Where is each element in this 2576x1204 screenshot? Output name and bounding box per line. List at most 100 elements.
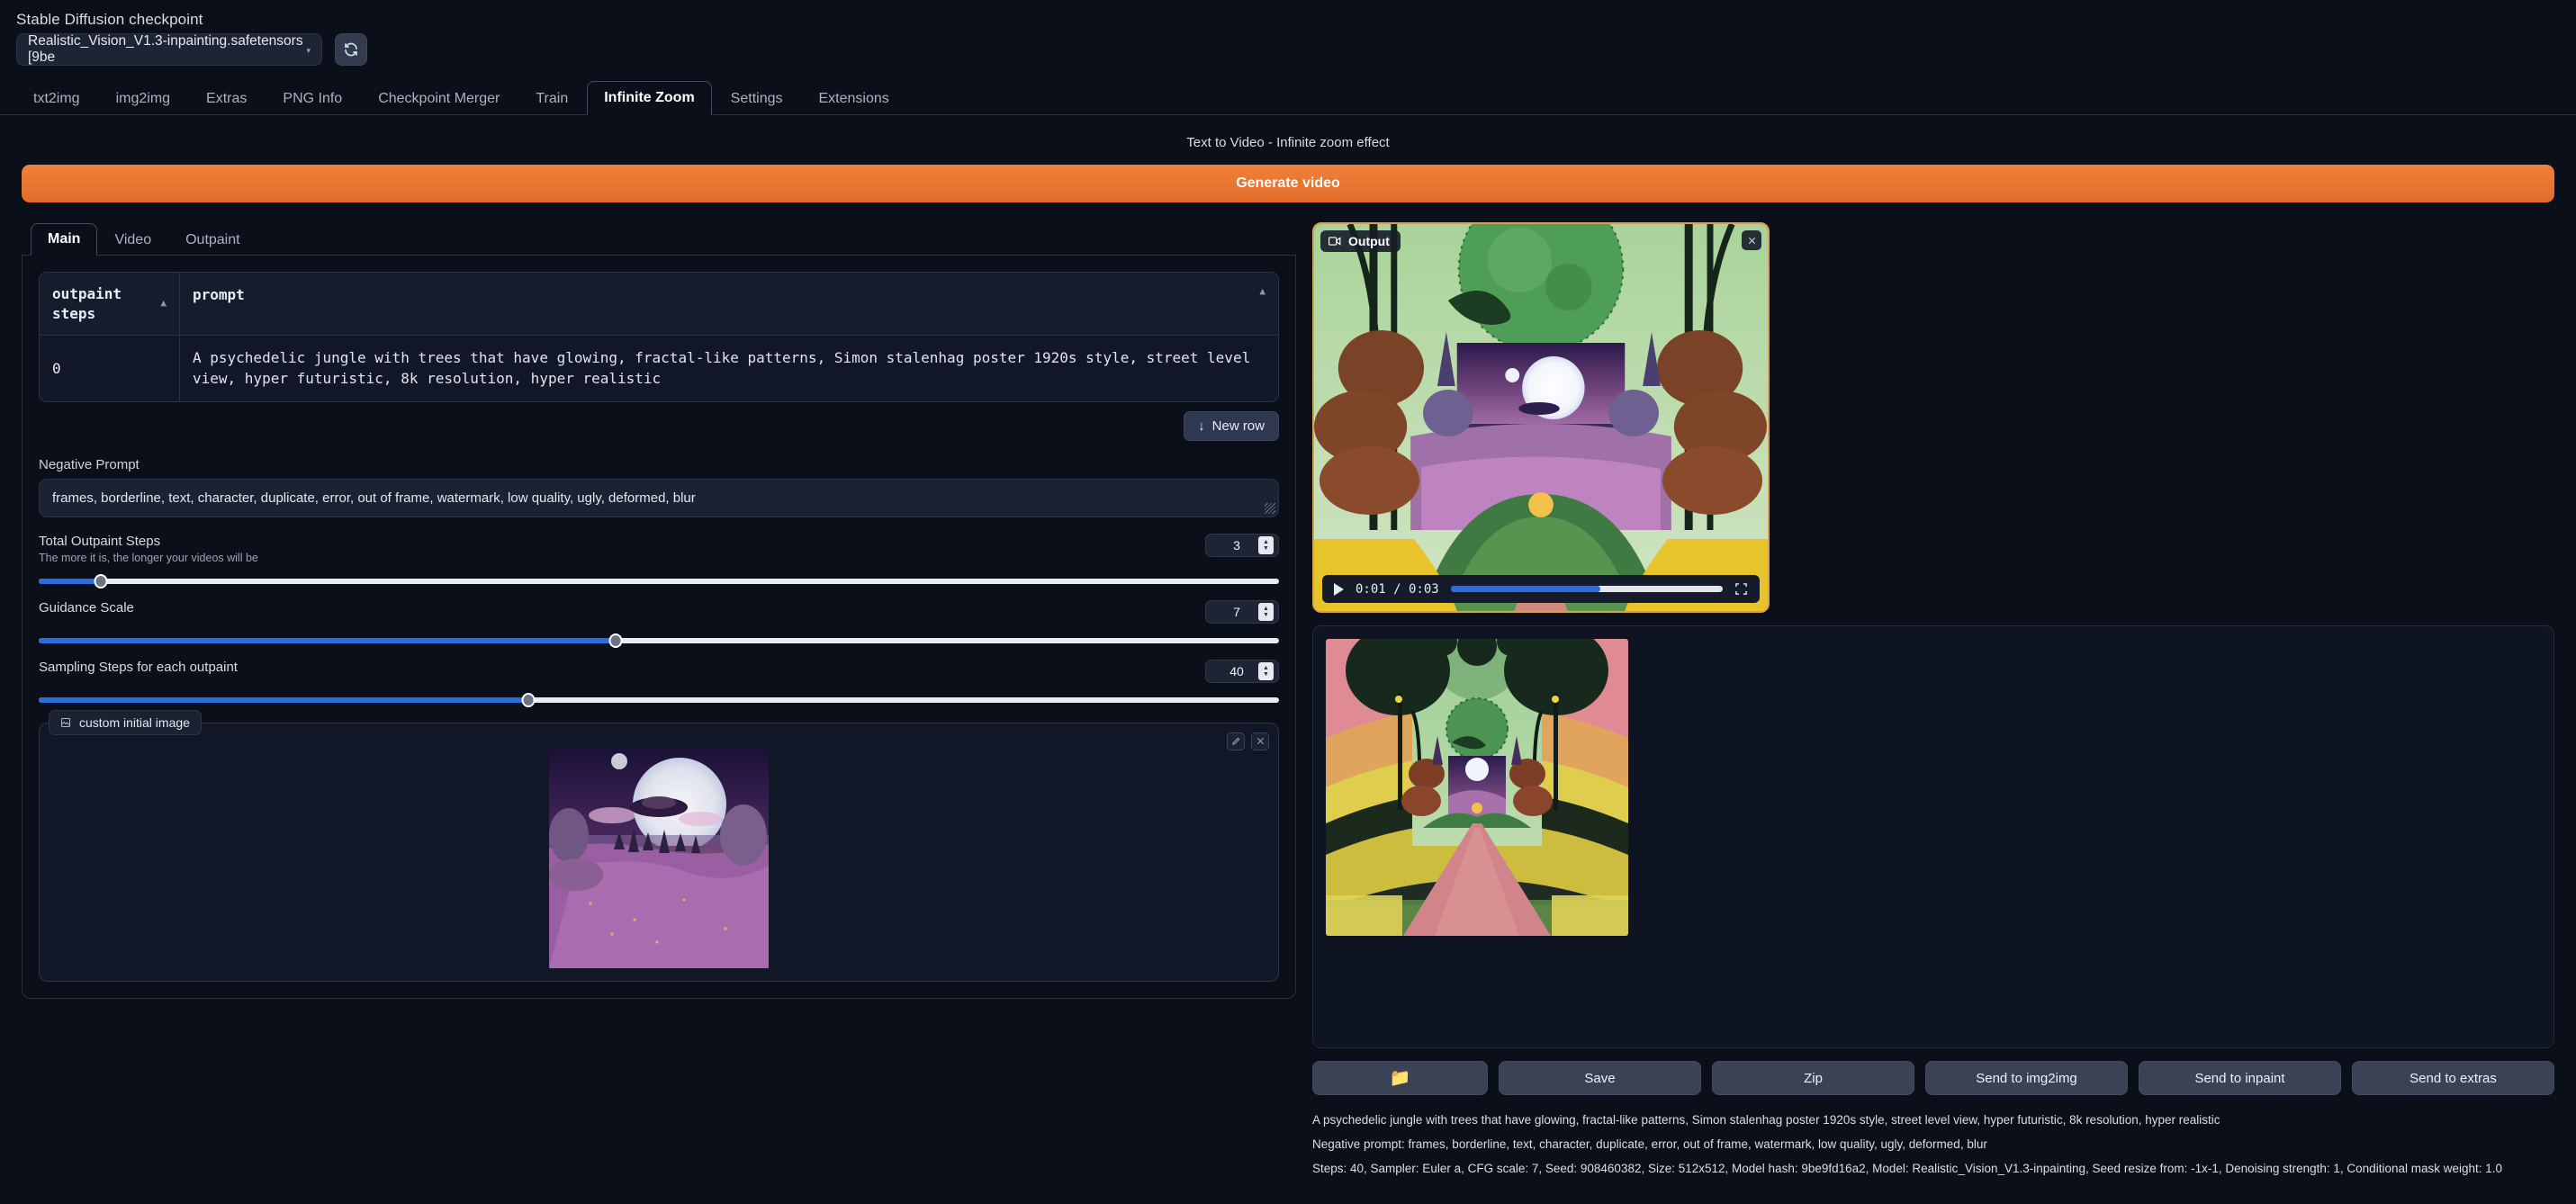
tab-checkpoint-merger[interactable]: Checkpoint Merger xyxy=(361,82,517,115)
column-header-outpaint-steps[interactable]: outpaint steps ▲ xyxy=(40,273,179,335)
tab-settings[interactable]: Settings xyxy=(714,82,800,115)
column-header-prompt-label: prompt xyxy=(193,286,245,303)
slider-number-input[interactable]: 3 ▲ ▼ xyxy=(1205,533,1279,557)
inner-tabs: Main Video Outpaint xyxy=(31,222,1296,256)
inner-tab-outpaint[interactable]: Outpaint xyxy=(168,224,257,256)
tab-img2img[interactable]: img2img xyxy=(99,82,187,115)
checkpoint-select[interactable]: Realistic_Vision_V1.3-inpainting.safeten… xyxy=(16,33,322,66)
tab-extras[interactable]: Extras xyxy=(189,82,264,115)
slider-description: The more it is, the longer your videos w… xyxy=(39,551,258,564)
slider-group: Total Outpaint Steps The more it is, the … xyxy=(39,533,1279,707)
fullscreen-icon[interactable] xyxy=(1734,582,1748,596)
slider-value: 40 xyxy=(1229,663,1244,678)
tab-infinite-zoom[interactable]: Infinite Zoom xyxy=(587,81,712,115)
sort-ascending-icon: ▲ xyxy=(160,297,167,310)
slider-label: Guidance Scale xyxy=(39,599,134,615)
edit-image-button[interactable] xyxy=(1227,732,1245,750)
save-button[interactable]: Save xyxy=(1499,1061,1701,1095)
column-header-prompt[interactable]: prompt ▲ xyxy=(179,273,1278,336)
page-title: Text to Video - Infinite zoom effect xyxy=(1186,135,1390,150)
slider-knob[interactable] xyxy=(521,692,536,707)
column-header-outpaint-steps-label: outpaint steps xyxy=(52,285,122,322)
send-to-inpaint-button-label: Send to inpaint xyxy=(2194,1070,2285,1086)
slider-fill xyxy=(39,696,529,703)
main-panel: outpaint steps ▲ prompt ▲ 0 A psychedeli… xyxy=(22,256,1296,999)
open-folder-button[interactable]: 📁 xyxy=(1312,1061,1488,1095)
slider-text: Total Outpaint Steps The more it is, the … xyxy=(39,534,258,564)
app-root: Stable Diffusion checkpoint Realistic_Vi… xyxy=(0,0,2576,1204)
video-progress-bar[interactable] xyxy=(1450,586,1723,592)
main-tabs: txt2img img2img Extras PNG Info Checkpoint M… xyxy=(16,80,2560,115)
close-icon xyxy=(1256,737,1264,745)
slider-head: Sampling Steps for each outpaint 40 ▲ ▼ xyxy=(39,659,1279,683)
output-gallery xyxy=(1312,625,2554,1048)
cell-outpaint-steps[interactable]: 0 xyxy=(40,336,179,400)
send-to-img2img-button[interactable]: Send to img2img xyxy=(1925,1061,2128,1095)
new-row-label: New row xyxy=(1211,418,1265,434)
resize-handle[interactable] xyxy=(1265,502,1275,514)
slider-value: 3 xyxy=(1233,537,1240,553)
inner-tab-main[interactable]: Main xyxy=(31,223,98,256)
save-button-label: Save xyxy=(1584,1070,1616,1086)
zip-button-label: Zip xyxy=(1804,1070,1823,1086)
slider-sampling-steps-for-each-outpaint: Sampling Steps for each outpaint 40 ▲ ▼ xyxy=(39,659,1279,707)
gallery-thumbnail[interactable] xyxy=(1326,639,1628,936)
video-progress-fill xyxy=(1450,586,1600,592)
inner-tab-video[interactable]: Video xyxy=(97,224,168,256)
new-row-button[interactable]: ↓ New row xyxy=(1184,410,1279,441)
tab-train[interactable]: Train xyxy=(518,82,585,115)
output-video-preview[interactable] xyxy=(1314,224,1768,611)
action-button-row: 📁 Save Zip Send to img2img Send to inpaint Se… xyxy=(1312,1061,2554,1095)
stepper-icon[interactable]: ▲ ▼ xyxy=(1258,535,1274,554)
slider-track[interactable] xyxy=(39,573,1279,589)
send-to-extras-button-label: Send to extras xyxy=(2409,1070,2497,1086)
refresh-icon xyxy=(345,42,357,57)
negative-prompt-input[interactable]: frames, borderline, text, character, dup… xyxy=(39,478,1279,517)
slider-track[interactable] xyxy=(39,692,1279,707)
slider-knob[interactable] xyxy=(608,633,623,648)
checkpoint-label: Stable Diffusion checkpoint xyxy=(16,11,203,28)
slider-text: Sampling Steps for each outpaint xyxy=(39,660,238,675)
output-tag-label: Output xyxy=(1348,234,1390,248)
generate-video-button[interactable]: Generate video xyxy=(22,165,2554,202)
send-to-extras-button[interactable]: Send to extras xyxy=(2352,1061,2554,1095)
negative-prompt-label: Negative Prompt xyxy=(39,456,140,472)
table-row[interactable]: 0 A psychedelic jungle with trees that h… xyxy=(40,335,1278,401)
custom-initial-image-label: custom initial image xyxy=(79,714,190,730)
tab-extensions[interactable]: Extensions xyxy=(801,82,905,115)
slider-track[interactable] xyxy=(39,633,1279,648)
checkpoint-value: Realistic_Vision_V1.3-inpainting.safeten… xyxy=(28,33,303,65)
collapse-icon[interactable]: ▲ xyxy=(1259,284,1265,299)
stepper-icon[interactable]: ▲ ▼ xyxy=(1258,661,1274,680)
checkpoint-row: Realistic_Vision_V1.3-inpainting.safeten… xyxy=(16,33,2560,66)
cell-prompt[interactable]: A psychedelic jungle with trees that hav… xyxy=(179,336,1278,401)
initial-image-preview[interactable] xyxy=(549,748,769,968)
slider-guidance-scale: Guidance Scale 7 ▲ ▼ xyxy=(39,599,1279,648)
checkpoint-bar: Stable Diffusion checkpoint Realistic_Vi… xyxy=(0,0,2576,66)
tab-png-info[interactable]: PNG Info xyxy=(266,82,359,115)
send-to-inpaint-button[interactable]: Send to inpaint xyxy=(2139,1061,2341,1095)
info-line-2: Negative prompt: frames, borderline, tex… xyxy=(1312,1137,1987,1151)
close-output-button[interactable] xyxy=(1742,230,1761,250)
zip-button[interactable]: Zip xyxy=(1712,1061,1914,1095)
stepper-icon[interactable]: ▲ ▼ xyxy=(1258,602,1274,621)
custom-initial-image-panel: custom initial image xyxy=(39,709,1279,982)
new-row-row: ↓ New row xyxy=(39,410,1279,441)
slider-number-input[interactable]: 7 ▲ ▼ xyxy=(1205,599,1279,624)
negative-prompt-value: frames, borderline, text, character, dup… xyxy=(52,490,696,506)
output-video-card: Output 0:01 / 0:03 xyxy=(1312,222,1770,613)
tab-txt2img[interactable]: txt2img xyxy=(16,82,97,115)
clear-image-button[interactable] xyxy=(1251,732,1269,750)
play-button[interactable] xyxy=(1334,582,1344,596)
refresh-checkpoints-button[interactable] xyxy=(335,33,367,66)
custom-initial-image-tag: custom initial image xyxy=(49,709,202,735)
prompt-table-header: outpaint steps ▲ prompt ▲ xyxy=(40,273,1278,336)
image-icon xyxy=(61,717,70,727)
video-controls: 0:01 / 0:03 xyxy=(1322,575,1760,603)
inner-tabbar: Main Video Outpaint xyxy=(22,222,1296,256)
output-tag: Output xyxy=(1320,230,1401,252)
slider-label: Total Outpaint Steps xyxy=(39,533,161,549)
slider-knob[interactable] xyxy=(94,573,108,589)
slider-head: Total Outpaint Steps The more it is, the … xyxy=(39,533,1279,564)
slider-number-input[interactable]: 40 ▲ ▼ xyxy=(1205,659,1279,683)
